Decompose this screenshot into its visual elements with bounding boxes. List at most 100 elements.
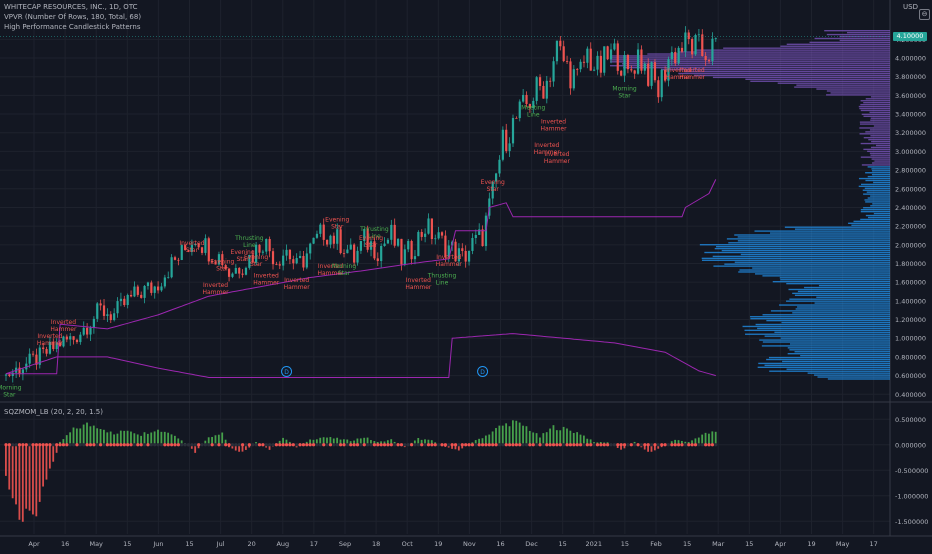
candle-body xyxy=(201,247,203,253)
osc-zero-dot xyxy=(309,443,312,446)
volume-profile-row xyxy=(774,332,890,333)
osc-zero-dot xyxy=(687,443,690,446)
osc-zero-dot xyxy=(315,443,318,446)
candle-body xyxy=(127,295,129,305)
oscillator-legend[interactable]: SQZMOM_LB (20, 2, 20, 1.5) xyxy=(4,408,103,416)
volume-profile-row xyxy=(868,217,890,218)
osc-zero-dot xyxy=(221,443,224,446)
osc-histogram-bar xyxy=(549,429,551,445)
osc-zero-dot xyxy=(424,443,427,446)
candle-body xyxy=(498,160,500,174)
osc-zero-dot xyxy=(440,443,443,446)
price-tick-label: 2.000000 xyxy=(895,241,926,249)
candle-body xyxy=(475,235,477,238)
candle-body xyxy=(275,264,277,265)
time-tick-label: Mar xyxy=(712,540,725,548)
pattern-label-word: Morning xyxy=(612,86,636,93)
candle-body xyxy=(387,240,389,244)
osc-zero-dot xyxy=(444,443,447,446)
candle-body xyxy=(650,62,652,86)
vpvr-legend[interactable]: VPVR (Number Of Rows, 180, Total, 68) xyxy=(4,13,141,21)
candle-body xyxy=(380,246,382,261)
zoom-icon[interactable]: ⊖ xyxy=(919,9,930,20)
osc-zero-dot xyxy=(532,443,535,446)
currency-label: USD xyxy=(903,3,918,11)
osc-histogram-bar xyxy=(35,445,37,517)
candle-body xyxy=(113,313,115,320)
time-tick-label: 2021 xyxy=(586,540,603,548)
volume-profile-row xyxy=(769,357,890,358)
candle-body xyxy=(83,328,85,335)
volume-profile-row xyxy=(786,300,890,301)
volume-profile-row xyxy=(745,79,890,80)
time-tick-label: May xyxy=(836,540,850,548)
osc-histogram-bar xyxy=(529,431,531,445)
time-tick-label: 15 xyxy=(683,540,691,548)
osc-zero-dot xyxy=(660,443,663,446)
candle-body xyxy=(607,46,609,59)
volume-profile-row xyxy=(861,209,890,210)
volume-profile-row xyxy=(863,190,890,191)
candle-body xyxy=(411,241,413,259)
volume-profile-row xyxy=(874,125,890,126)
osc-histogram-bar xyxy=(130,432,132,445)
osc-zero-dot xyxy=(285,443,288,446)
candle-body xyxy=(89,328,91,335)
osc-zero-dot xyxy=(420,443,423,446)
osc-zero-dot xyxy=(363,443,366,446)
pattern-label-word: Star xyxy=(3,392,16,399)
volume-profile-row xyxy=(741,254,890,255)
osc-histogram-bar xyxy=(150,432,152,444)
candle-body xyxy=(238,268,240,274)
osc-zero-dot xyxy=(86,443,89,446)
osc-zero-dot xyxy=(413,443,416,446)
osc-zero-dot xyxy=(434,443,437,446)
osc-histogram-bar xyxy=(147,434,149,445)
osc-histogram-bar xyxy=(15,445,17,505)
pattern-label: InvertedHammer xyxy=(436,254,463,268)
osc-zero-dot xyxy=(126,443,129,446)
candle-body xyxy=(120,299,122,301)
osc-zero-dot xyxy=(467,443,470,446)
time-tick-label: Nov xyxy=(463,540,476,548)
volume-profile-row xyxy=(871,96,890,97)
osc-histogram-bar xyxy=(79,428,81,444)
volume-profile-row xyxy=(790,343,890,344)
pattern-label: InvertedHammer xyxy=(679,67,706,81)
volume-profile-row xyxy=(796,84,890,85)
volume-profile-row xyxy=(866,98,890,99)
osc-zero-dot xyxy=(691,443,694,446)
volume-profile-row xyxy=(678,73,890,74)
osc-zero-dot xyxy=(376,443,379,446)
volume-profile-row xyxy=(868,166,890,167)
time-tick-label: 15 xyxy=(123,540,131,548)
time-tick-label: 17 xyxy=(310,540,318,548)
osc-histogram-bar xyxy=(519,423,521,445)
pattern-label: InvertedHammer xyxy=(203,282,230,296)
candle-body xyxy=(705,56,707,60)
candle-body xyxy=(407,241,409,249)
osc-zero-dot xyxy=(157,443,160,446)
osc-histogram-bar xyxy=(52,445,54,462)
volume-profile-row xyxy=(758,367,890,368)
candle-body xyxy=(417,232,419,256)
pattern-label: InvertedHammer xyxy=(541,118,568,132)
volume-profile-row xyxy=(769,371,890,372)
candle-body xyxy=(694,35,696,55)
time-tick-label: 17 xyxy=(870,540,878,548)
candle-body xyxy=(316,234,318,238)
symbol-legend[interactable]: WHITECAP RESOURCES, INC., 1D, OTC xyxy=(4,3,138,11)
osc-zero-dot xyxy=(636,443,639,446)
osc-zero-dot xyxy=(549,443,552,446)
volume-profile-row xyxy=(872,203,890,204)
osc-zero-dot xyxy=(234,443,237,446)
chart-svg[interactable]: Apr16May15Jun15Jul20Aug17Sep18Oct19Nov16… xyxy=(0,0,932,550)
chart-stage[interactable]: Apr16May15Jun15Jul20Aug17Sep18Oct19Nov16… xyxy=(0,0,932,550)
last-price-tag: 4.10000 xyxy=(893,32,927,41)
patterns-legend[interactable]: High Performance Candlestick Patterns xyxy=(4,23,141,31)
volume-profile-row xyxy=(868,197,890,198)
candle-body xyxy=(140,295,142,298)
osc-zero-dot xyxy=(528,443,531,446)
pattern-label-word: Evening xyxy=(210,259,234,266)
osc-zero-dot xyxy=(251,443,254,446)
